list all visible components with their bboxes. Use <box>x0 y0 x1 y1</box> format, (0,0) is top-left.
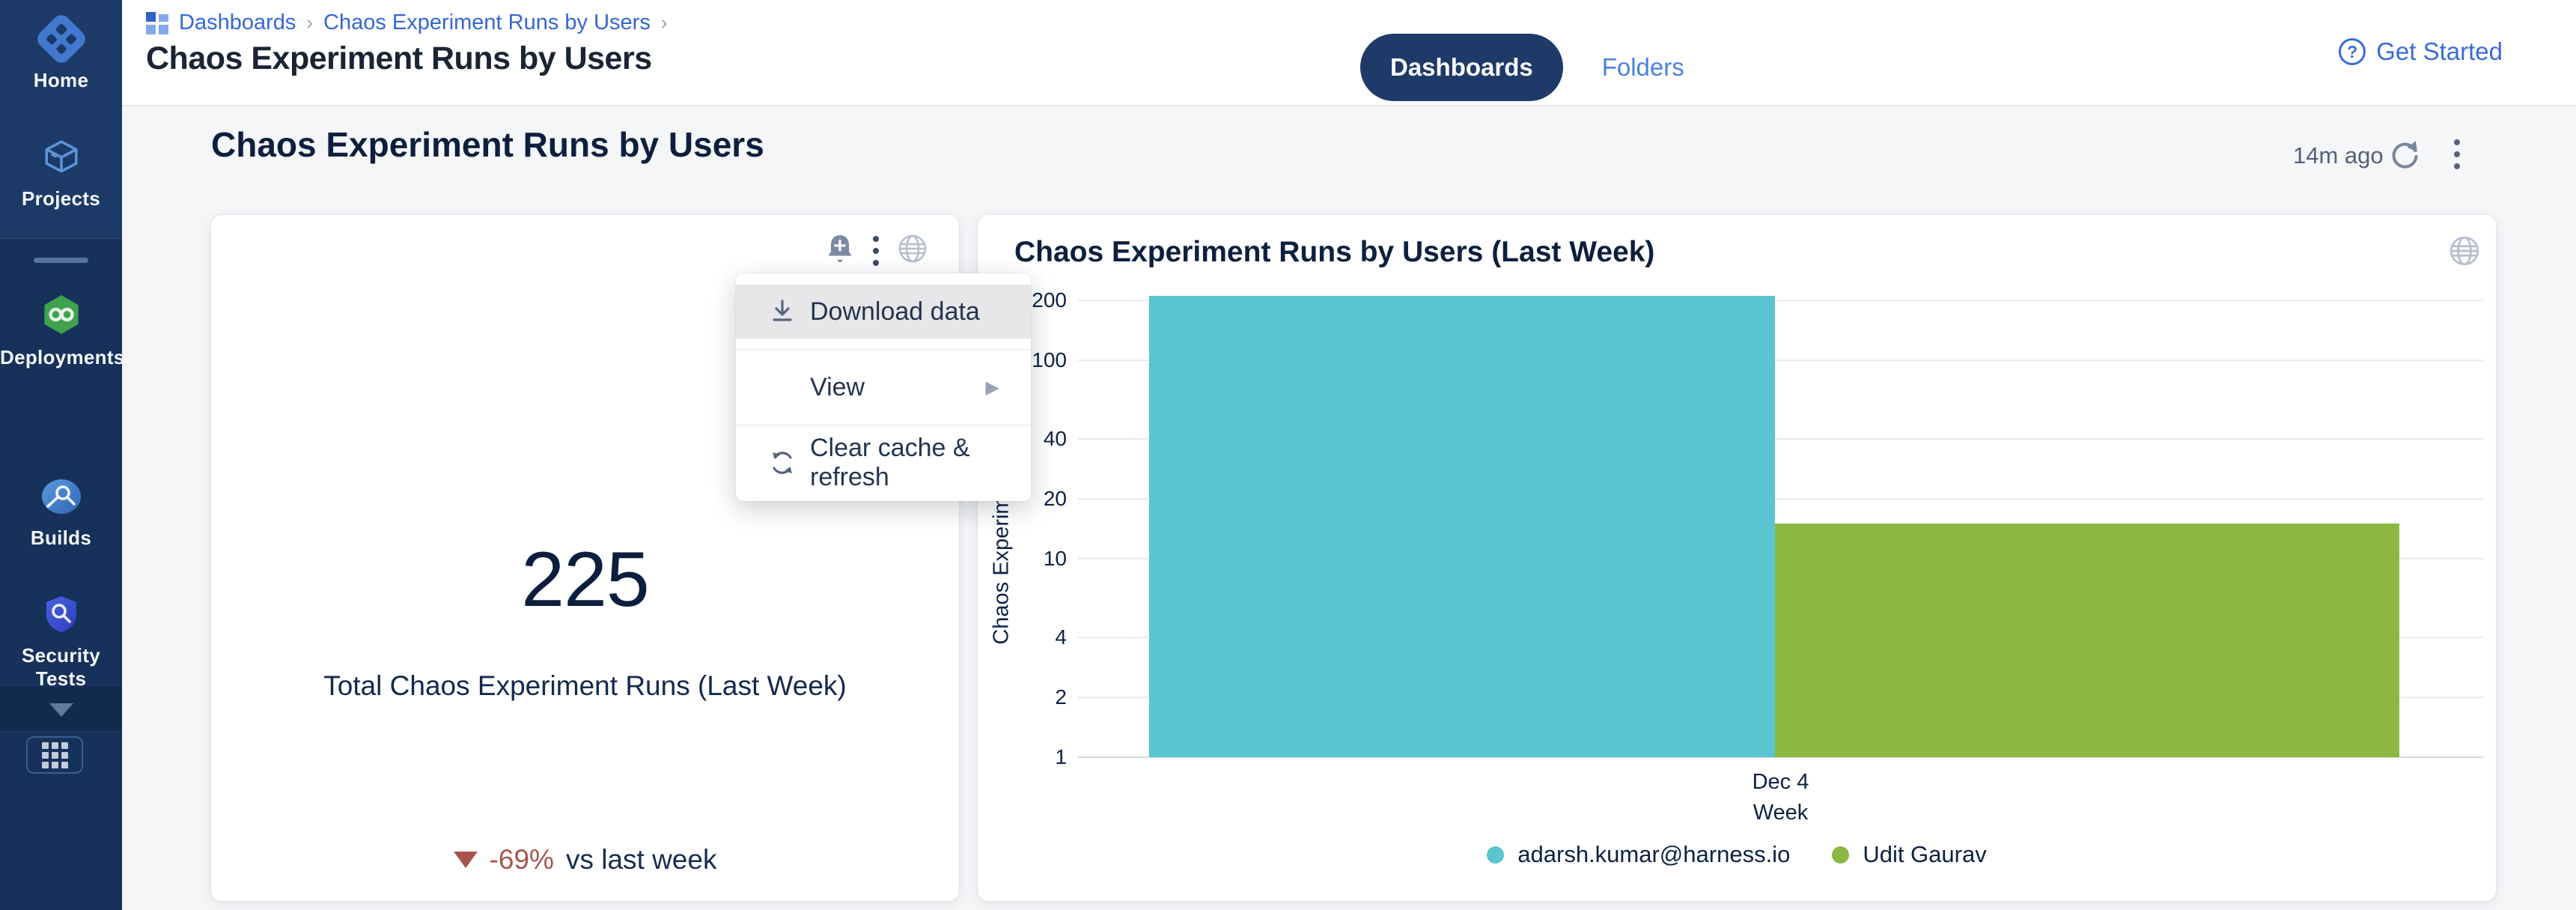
delta-percent: -69% <box>490 844 554 876</box>
bar-chart-tile: Chaos Experiment Runs by Users (Last Wee… <box>978 215 2496 901</box>
legend-label: Udit Gaurav <box>1863 841 1986 868</box>
y-axis-tick-label: 4 <box>984 625 1067 650</box>
dashboard-heading: Chaos Experiment Runs by Users <box>211 124 764 165</box>
refresh-icon[interactable] <box>2387 136 2423 172</box>
tab-folders[interactable]: Folders <box>1602 53 1684 82</box>
bar-adarsh.kumar@harness.io[interactable] <box>1149 296 1775 757</box>
sidebar-drag-handle[interactable] <box>34 258 88 263</box>
sync-icon <box>766 448 799 478</box>
grid-icon <box>42 742 68 768</box>
menu-item-label: Clear cache & refresh <box>810 434 1031 492</box>
legend-item[interactable]: Udit Gaurav <box>1832 841 1986 868</box>
menu-item-label: View <box>810 373 865 402</box>
tab-dashboards[interactable]: Dashboards <box>1360 34 1563 101</box>
menu-item-view[interactable]: View ▶ <box>736 360 1031 414</box>
builds-ci-icon <box>0 477 122 516</box>
shield-icon <box>0 595 122 634</box>
caret-right-icon: ▶ <box>986 377 999 398</box>
triangle-down-icon <box>454 852 478 868</box>
chart-plot <box>1078 292 2483 757</box>
sidebar-item-deployments[interactable]: Deployments <box>0 294 122 369</box>
legend-item[interactable]: adarsh.kumar@harness.io <box>1487 841 1790 868</box>
breadcrumb-current-dashboard[interactable]: Chaos Experiment Runs by Users <box>323 10 651 35</box>
menu-item-label: Download data <box>810 297 980 327</box>
menu-item-clear-cache-refresh[interactable]: Clear cache & refresh <box>736 436 1031 490</box>
sidebar-item-label: Projects <box>0 187 122 210</box>
tile-actions <box>825 233 928 268</box>
sidebar-item-label: Home <box>0 69 122 92</box>
sidebar-item-security-tests[interactable]: Security Tests <box>0 595 122 691</box>
tile-value: 225 <box>211 536 959 625</box>
alert-bell-icon[interactable] <box>825 233 855 268</box>
page-title: Chaos Experiment Runs by Users <box>146 40 652 77</box>
bar-Udit Gaurav[interactable] <box>1775 524 2399 757</box>
tile-options-menu: Download data View ▶ Clear cache & refre… <box>736 273 1031 501</box>
dashboard-more-options-icon[interactable] <box>2454 139 2460 169</box>
chart-legend: adarsh.kumar@harness.io Udit Gaurav <box>978 841 2496 868</box>
sidebar: Home Projects Deployments <box>0 0 122 910</box>
y-axis-tick-label: 1 <box>984 744 1067 770</box>
globe-icon[interactable] <box>2448 234 2481 271</box>
delta-suffix: vs last week <box>566 844 717 876</box>
cube-icon <box>0 138 122 177</box>
sidebar-item-label: Builds <box>0 527 122 550</box>
top-header: Dashboards › Chaos Experiment Runs by Us… <box>122 0 2576 106</box>
sidebar-item-label: Security Tests <box>0 644 122 691</box>
tab-bar: Dashboards Folders <box>1360 34 1684 101</box>
home-icon <box>0 19 122 58</box>
sidebar-collapse-band[interactable] <box>0 688 122 732</box>
get-started-label: Get Started <box>2376 37 2503 66</box>
tile-label: Total Chaos Experiment Runs (Last Week) <box>211 670 959 702</box>
chevron-down-icon <box>49 703 73 717</box>
legend-label: adarsh.kumar@harness.io <box>1517 841 1790 868</box>
y-axis-tick-label: 10 <box>984 546 1067 571</box>
x-axis-tick: Dec 4 <box>1078 770 2483 795</box>
deployments-cd-icon <box>0 294 122 336</box>
sidebar-item-projects[interactable]: Projects <box>0 138 122 210</box>
sidebar-item-home[interactable]: Home <box>0 19 122 92</box>
tile-delta-row: -69% vs last week <box>211 844 959 876</box>
chevron-right-icon: › <box>306 11 313 34</box>
chart-title: Chaos Experiment Runs by Users (Last Wee… <box>1014 236 1654 269</box>
menu-item-download-data[interactable]: Download data <box>736 285 1031 339</box>
sidebar-item-label: Deployments <box>0 346 122 369</box>
get-started-link[interactable]: ? Get Started <box>2339 37 2503 66</box>
legend-dot-icon <box>1832 846 1849 864</box>
y-axis-tick-label: 2 <box>984 685 1067 710</box>
breadcrumb: Dashboards › Chaos Experiment Runs by Us… <box>146 10 668 35</box>
chevron-right-icon: › <box>661 11 668 34</box>
module-picker-button[interactable] <box>26 736 83 774</box>
sidebar-item-builds[interactable]: Builds <box>0 477 122 550</box>
globe-icon[interactable] <box>897 233 928 268</box>
menu-divider <box>736 349 1031 350</box>
legend-dot-icon <box>1487 846 1504 864</box>
last-refresh-time: 14m ago <box>2293 142 2384 169</box>
tile-more-options-icon[interactable] <box>873 236 879 266</box>
breadcrumb-dashboards[interactable]: Dashboards <box>179 10 296 35</box>
dashboards-icon <box>146 12 168 34</box>
help-question-icon: ? <box>2339 38 2366 65</box>
download-icon <box>766 297 799 327</box>
x-axis-title: Week <box>1078 801 2483 825</box>
